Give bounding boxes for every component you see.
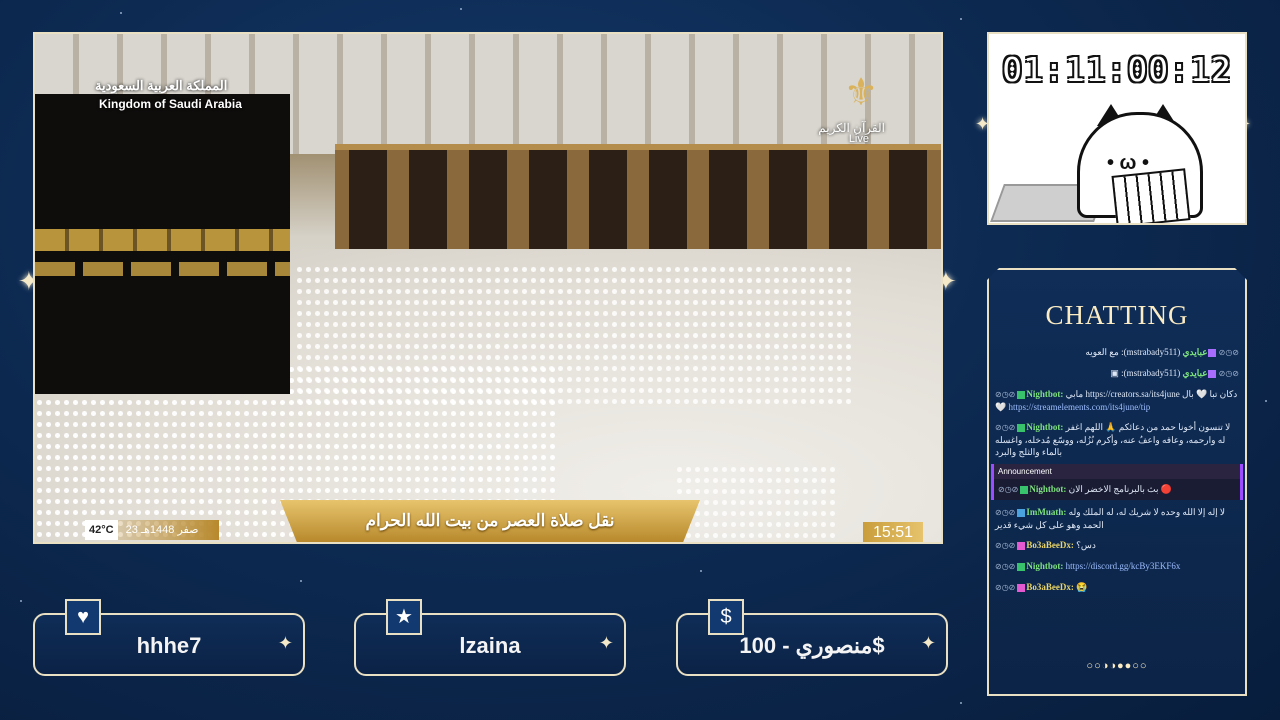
chat-username[interactable]: Bo3aBeeDx: — [1026, 582, 1074, 592]
chat-username[interactable]: Nightbot: — [1026, 389, 1063, 399]
dollar-icon: $ — [708, 599, 744, 635]
video-crowd — [295, 264, 855, 404]
subscriber-badge-icon — [1207, 369, 1216, 378]
chat-title: CHATTING — [1045, 300, 1189, 330]
mod-action-icons[interactable]: ⊘◷⊘ — [998, 485, 1020, 494]
video-crowd — [675, 464, 835, 542]
chat-message: ⊘◷⊘ ImMuath: لا إله إلا الله وحده لا شري… — [991, 502, 1243, 535]
donation-name: منصوري - 100$ — [739, 633, 885, 658]
moderator-badge-icon — [1020, 485, 1029, 494]
stream-timer-panel: • ω • 01:11:00:12 — [987, 32, 1247, 225]
chat-username[interactable]: Bo3aBeeDx: — [1026, 540, 1074, 550]
sparkle-icon: ✦ — [277, 633, 293, 653]
subscriber-badge-icon — [1017, 583, 1026, 592]
chat-message: ⊘◷⊘ Nightbot: مابي https://creators.sa/i… — [991, 384, 1243, 417]
background-star — [960, 702, 962, 704]
sparkle-icon: ✦ — [598, 633, 614, 653]
background-star — [460, 8, 462, 10]
broadcaster-logo-english: Kingdom of Saudi Arabia — [99, 97, 242, 111]
broadcaster-logo-arabic: المملكة العربية السعودية — [95, 78, 228, 93]
moderator-badge-icon — [1017, 562, 1026, 571]
subscriber-badge-icon — [1017, 541, 1026, 550]
chat-pager-dots[interactable]: ○○◑◑●●○○ — [989, 660, 1245, 672]
chat-link[interactable]: https://discord.gg/kcBy3EKF6x — [1066, 561, 1181, 571]
follower-name: lzaina — [459, 633, 521, 658]
mod-action-icons[interactable]: ⊘◷⊘ — [1217, 369, 1239, 378]
chat-announcement: Announcement ⊘◷⊘ Nightbot: بث بالبرنامج … — [991, 464, 1243, 500]
star-icon: ★ — [386, 599, 422, 635]
mod-action-icons[interactable]: ⊘◷⊘ — [995, 423, 1017, 432]
chat-message: ⊘◷⊘ Nightbot: بث بالبرنامج الاخضر الان 🔴 — [994, 479, 1240, 500]
chat-link[interactable]: https://streamelements.com/its4june/tip — [1008, 402, 1150, 412]
live-video-feed[interactable]: المملكة العربية السعودية Kingdom of Saud… — [33, 32, 943, 544]
chat-username[interactable]: Nightbot: — [1029, 484, 1066, 494]
video-clock: 15:51 — [863, 522, 923, 542]
moderator-badge-icon — [1017, 423, 1026, 432]
chat-username[interactable]: Nightbot: — [1026, 561, 1063, 571]
mod-action-icons[interactable]: ⊘◷⊘ — [995, 508, 1017, 517]
background-star — [120, 12, 122, 14]
user-badge-icon — [1017, 508, 1026, 517]
top-follower-box: ★ lzaina ✦ — [354, 599, 626, 676]
mod-action-icons[interactable]: ⊘◷⊘ — [995, 583, 1017, 592]
chat-message: ⊘◷⊘ Bo3aBeeDx: 😭 — [991, 577, 1243, 598]
heart-icon: ♥ — [65, 599, 101, 635]
date-temperature-bar: 42°C 23 صفر 1448هـ — [85, 520, 219, 540]
top-supporter-box: ♥ hhhe7 ✦ — [33, 599, 305, 676]
chat-username[interactable]: عبايدي — [1183, 368, 1208, 378]
mod-action-icons[interactable]: ⊘◷⊘ — [995, 390, 1017, 399]
chat-message: ⊘◷⊘ Nightbot: https://discord.gg/kcBy3EK… — [991, 556, 1243, 577]
live-label: Live — [848, 133, 869, 145]
background-star — [960, 18, 962, 20]
saudi-emblem-icon: ⚜ — [843, 72, 879, 114]
announcement-label: Announcement — [994, 464, 1240, 479]
chat-message: ⊘◷⊘ Bo3aBeeDx: دس؟ — [991, 535, 1243, 556]
chat-message: ⊘◷⊘ Nightbot: لا تنسون أخونا حمد من دعائ… — [991, 417, 1243, 462]
emote-icon: ▣ — [1110, 368, 1119, 378]
kaaba — [35, 94, 290, 394]
temperature: 42°C — [85, 520, 118, 540]
cat-face: • ω • — [1107, 152, 1150, 174]
subscriber-badge-icon — [1207, 348, 1216, 357]
hijri-date: 23 صفر 1448هـ — [125, 524, 199, 536]
chat-message: ⊘◷⊘ عبايدي (mstrabady511): مع العويه — [991, 342, 1243, 363]
chat-handle: (mstrabady511): — [1121, 368, 1181, 378]
chat-username[interactable]: ImMuath: — [1026, 507, 1066, 517]
background-star — [1265, 400, 1267, 402]
chat-text: مع العويه — [1085, 347, 1119, 357]
chat-username[interactable]: عبايدي — [1183, 347, 1208, 357]
chat-username[interactable]: Nightbot: — [1026, 422, 1063, 432]
background-star — [300, 580, 302, 582]
stream-timer: 01:11:00:12 — [1002, 50, 1232, 89]
keyboard-icon — [1111, 168, 1191, 223]
background-star — [700, 570, 702, 572]
mod-action-icons[interactable]: ⊘◷⊘ — [995, 541, 1017, 550]
chat-text: بث بالبرنامج الاخضر الان 🔴 — [1068, 484, 1172, 494]
sparkle-icon: ✦ — [920, 633, 936, 653]
chat-text: 😭 — [1076, 582, 1088, 592]
chat-panel: CHATTING ⊘◷⊘ عبايدي (mstrabady511): مع ا… — [987, 268, 1247, 696]
mod-action-icons[interactable]: ⊘◷⊘ — [1217, 348, 1239, 357]
chat-message: ⊘◷⊘ عبايدي (mstrabady511): ▣ — [991, 363, 1243, 384]
mod-action-icons[interactable]: ⊘◷⊘ — [995, 562, 1017, 571]
video-ticker: نقل صلاة العصر من بيت الله الحرام — [280, 500, 700, 542]
chat-text: دس؟ — [1076, 540, 1096, 550]
top-donation-box: $ منصوري - 100$ ✦ — [676, 599, 948, 676]
supporter-name: hhhe7 — [136, 633, 202, 658]
background-star — [20, 600, 22, 602]
chat-handle: (mstrabady511): — [1121, 347, 1181, 357]
moderator-badge-icon — [1017, 390, 1026, 399]
video-background-arches — [335, 144, 941, 260]
chat-message-list[interactable]: ⊘◷⊘ عبايدي (mstrabady511): مع العويه ⊘◷⊘… — [991, 342, 1243, 642]
